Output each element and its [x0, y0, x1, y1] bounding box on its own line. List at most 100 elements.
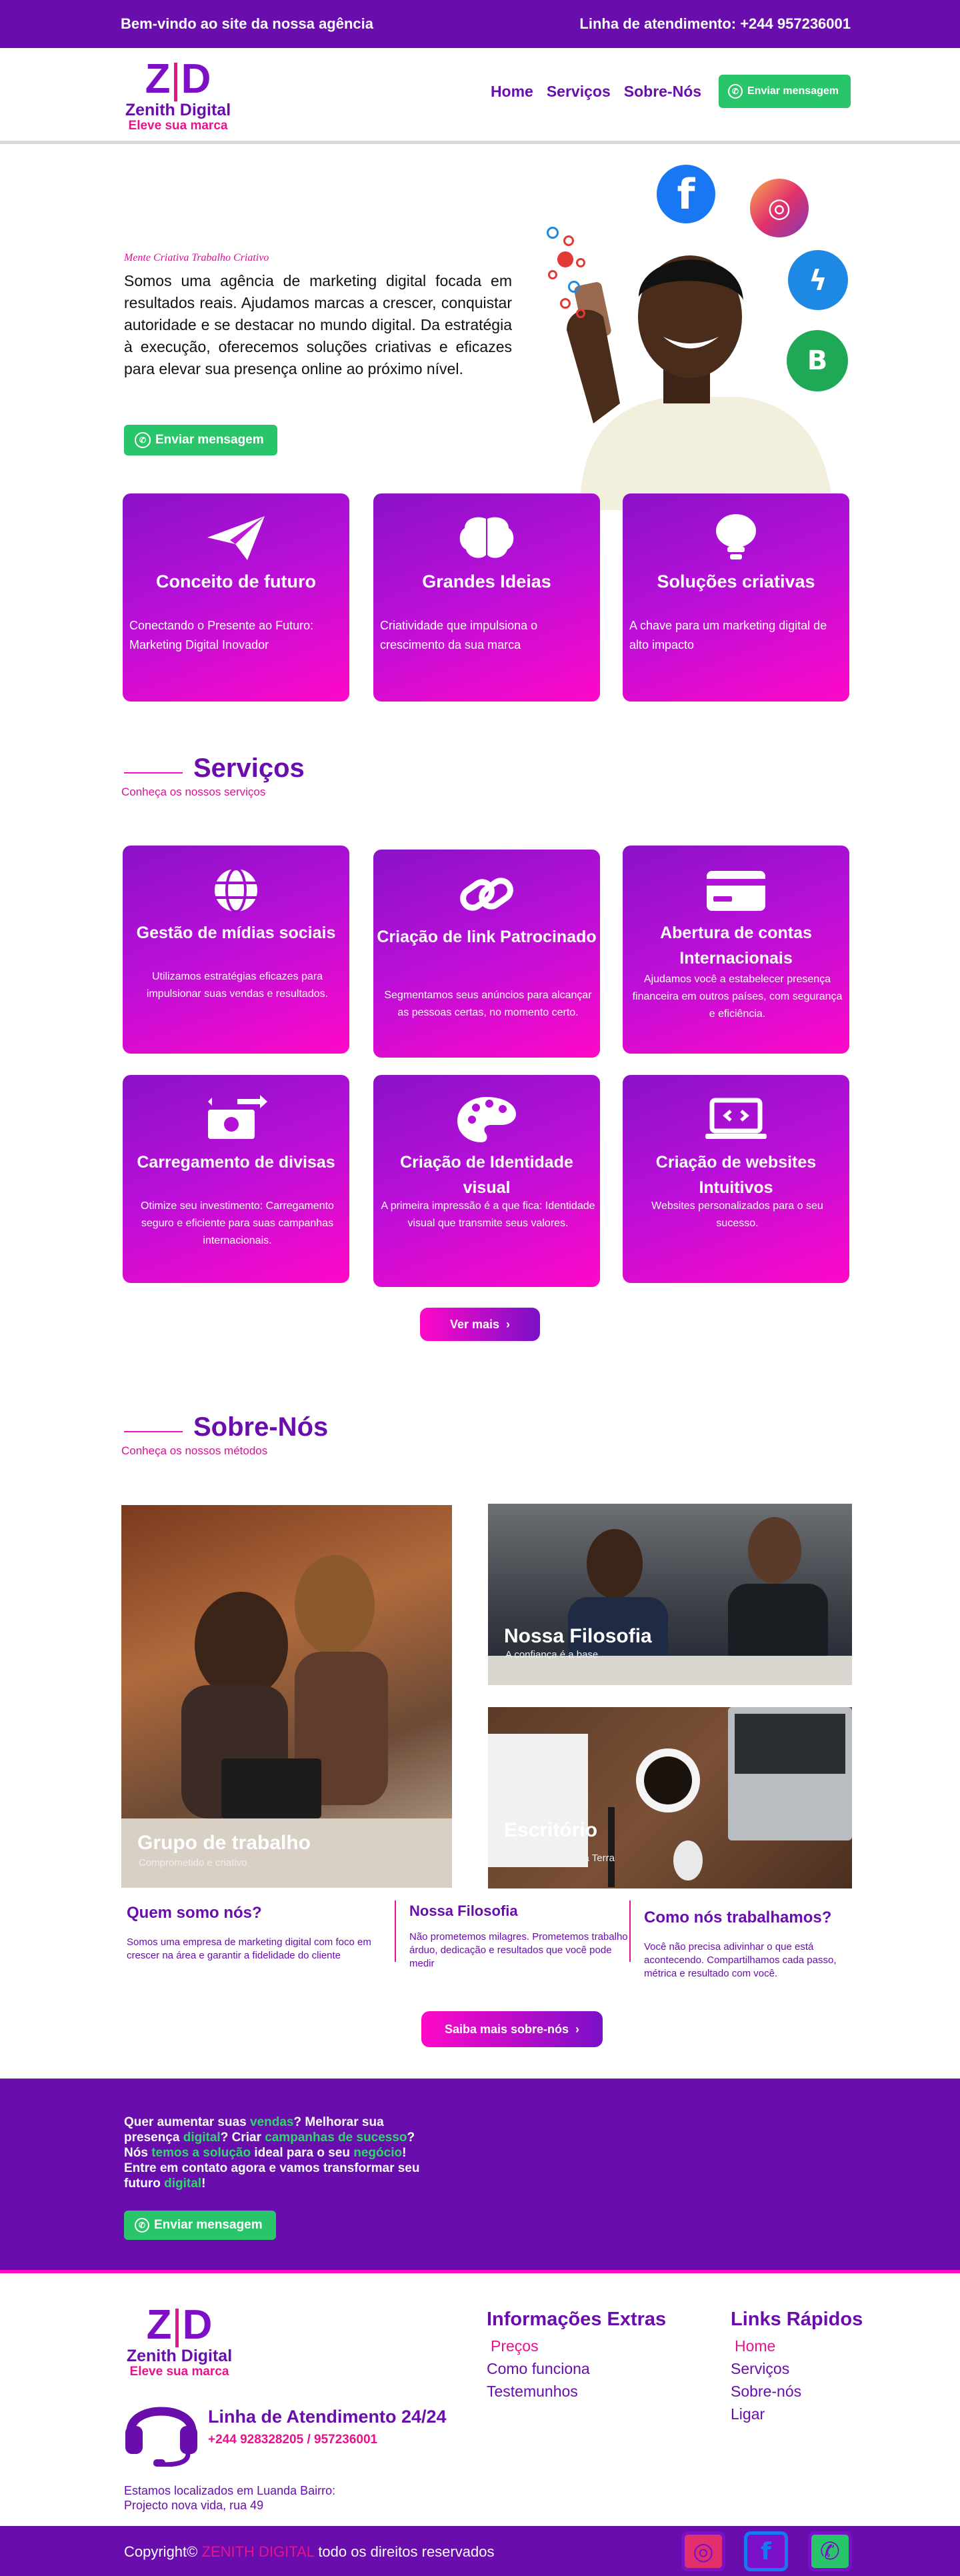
money-exchange-icon [123, 1095, 349, 1144]
copyright-suffix: todo os direitos reservados [318, 2543, 495, 2560]
laptop-code-icon [623, 1095, 849, 1144]
column-divider [629, 1900, 631, 1962]
chevron-right-icon: › [506, 1317, 511, 1331]
facebook-icon[interactable]: f [744, 2531, 788, 2571]
header: Z|D Zenith Digital Eleve sua marca Home … [0, 48, 960, 144]
credit-card-icon [623, 866, 849, 915]
about-title: Sobre-Nós [193, 1412, 329, 1442]
cta-text: Quer aumentar suas vendas? Melhorar sua … [124, 2115, 431, 2191]
team-photo-scene [121, 1555, 452, 1888]
logo-name: Zenith Digital [126, 2347, 233, 2365]
nav-about[interactable]: Sobre-Nós [624, 83, 701, 101]
photo-subtitle: Em algum lugar da Terra [505, 1852, 615, 1864]
feature-text: Conectando o Presente ao Futuro: Marketi… [129, 619, 314, 652]
whatsapp-icon[interactable]: ✆ [808, 2531, 852, 2571]
chevron-right-icon: › [575, 2022, 580, 2036]
cta-text-part: Quer aumentar suas [124, 2115, 251, 2129]
feature-title: Soluções criativas [657, 571, 815, 591]
main-nav: Home Serviços Sobre-Nós ✆ Enviar mensage… [491, 75, 851, 108]
service-text: Otimize seu investimento: Carregamento s… [141, 1200, 334, 1246]
whatsapp-icon: ✆ [135, 2218, 149, 2233]
feature-card[interactable]: Conceito de futuro Conectando o Presente… [123, 493, 349, 702]
cta-highlight: digital [183, 2131, 221, 2145]
quick-links-title: Links Rápidos [731, 2309, 863, 2330]
instagram-icon: ◎ [750, 179, 809, 237]
logo-tagline: Eleve sua marca [129, 2365, 229, 2379]
logo-letter-d: D [181, 56, 211, 102]
hero-text: Somos uma agência de marketing digital f… [124, 272, 512, 377]
heading-rule [124, 1431, 183, 1432]
cta-banner: Quer aumentar suas vendas? Melhorar sua … [0, 2079, 960, 2273]
service-title: Abertura de contas Internacionais [660, 924, 812, 968]
feature-card[interactable]: Soluções criativas A chave para um marke… [623, 493, 849, 702]
footer-link-prices[interactable]: Preços [491, 2335, 666, 2357]
service-card[interactable]: Carregamento de divisas Otimize seu inve… [123, 1075, 349, 1283]
see-more-button[interactable]: Ver mais › [420, 1308, 540, 1341]
like-bubble-icon [568, 281, 580, 293]
nav-services[interactable]: Serviços [547, 83, 611, 101]
whatsapp-business-icon: B [787, 330, 848, 391]
logo-tagline: Eleve sua marca [128, 119, 228, 133]
logo-bar: | [170, 56, 181, 102]
cta-text-part: ideal para o seu [251, 2146, 354, 2160]
about-column-text: Você não precisa adivinhar o que está ac… [644, 1941, 837, 1979]
office-photo[interactable]: Escritório Em algum lugar da Terra [488, 1707, 852, 1888]
footer-logo[interactable]: Z|D Zenith Digital Eleve sua marca [123, 2303, 236, 2379]
support-line[interactable]: Linha de Atendimento 24/24 +244 92832820… [121, 2390, 521, 2470]
footer-link-services[interactable]: Serviços [731, 2357, 863, 2380]
cta-text-part: ? Criar [220, 2131, 265, 2145]
hero-send-message-button[interactable]: ✆ Enviar mensagem [124, 425, 277, 455]
about-column-title: Quem somo nós? [127, 1904, 262, 1922]
nav-home[interactable]: Home [491, 83, 533, 101]
hero-kicker: Mente Criativa Trabalho Criativo [124, 252, 269, 263]
service-card[interactable]: Criação de link Patrocinado Segmentamos … [373, 850, 600, 1058]
send-message-label: Enviar mensagem [747, 85, 839, 97]
instagram-icon[interactable]: ◎ [681, 2531, 725, 2571]
service-card[interactable]: Gestão de mídias sociais Utilizamos estr… [123, 846, 349, 1054]
headset-icon [125, 2407, 197, 2467]
service-card[interactable]: Criação de websites Intuitivos Websites … [623, 1075, 849, 1283]
address-line: Estamos localizados em Luanda Bairro: [124, 2484, 336, 2497]
about-column: Quem somo nós? Somos uma empresa de mark… [127, 1904, 393, 1963]
send-message-button[interactable]: ✆ Enviar mensagem [719, 75, 851, 108]
heart-bubble-icon [557, 251, 573, 267]
cta-send-message-button[interactable]: ✆ Enviar mensagem [124, 2211, 276, 2240]
footer-address: Estamos localizados em Luanda Bairro: Pr… [124, 2483, 335, 2513]
photo-subtitle: Comprometido e criativo [139, 1857, 247, 1868]
footer-link-testimonials[interactable]: Testemunhos [487, 2380, 666, 2403]
service-card[interactable]: Criação de Identidade visual A primeira … [373, 1075, 600, 1287]
footer-link-call[interactable]: Ligar [731, 2403, 863, 2425]
feature-title: Conceito de futuro [156, 571, 316, 591]
logo[interactable]: Z|D Zenith Digital Eleve sua marca [121, 57, 235, 133]
philosophy-photo[interactable]: Nossa Filosofia A confiança é a base [488, 1504, 852, 1685]
heart-bubble-icon [576, 258, 585, 267]
footer-link-how-it-works[interactable]: Como funciona [487, 2357, 666, 2380]
footer-link-about[interactable]: Sobre-nós [731, 2380, 863, 2403]
feature-text: Criatividade que impulsiona o cresciment… [380, 619, 538, 652]
service-card[interactable]: Abertura de contas Internacionais Ajudam… [623, 846, 849, 1054]
support-phones: +244 928328205 / 957236001 [208, 2433, 378, 2447]
team-photo[interactable]: Grupo de trabalho Comprometido e criativ… [121, 1505, 452, 1888]
messenger-icon: ϟ [788, 250, 848, 310]
learn-more-about-button[interactable]: Saiba mais sobre-nós › [421, 2011, 603, 2047]
about-column-text: Não prometemos milagres. Prometemos trab… [409, 1931, 628, 1969]
link-icon [373, 870, 600, 919]
service-text: A primeira impressão é a que fica: Ident… [381, 1200, 595, 1229]
whatsapp-icon: ✆ [728, 84, 743, 99]
see-more-label: Ver mais [449, 1317, 500, 1331]
about-subtitle: Conheça os nossos métodos [121, 1444, 268, 1457]
cta-highlight: campanhas de sucesso [265, 2131, 407, 2145]
hero-send-message-label: Enviar mensagem [155, 433, 264, 447]
heading-rule [124, 772, 183, 774]
logo-bar: | [171, 2302, 183, 2348]
footer-link-home[interactable]: Home [735, 2335, 863, 2357]
service-text: Websites personalizados para o seu suces… [651, 1200, 823, 1229]
service-text: Segmentamos seus anúncios para alcançar … [384, 990, 592, 1018]
services-title: Serviços [193, 754, 305, 783]
feature-card[interactable]: Grandes Ideias Criatividade que impulsio… [373, 493, 600, 702]
support-title: Linha de Atendimento 24/24 [208, 2407, 447, 2427]
cta-text-part: ! [201, 2177, 206, 2191]
address-line: Projecto nova vida, rua 49 [124, 2499, 264, 2512]
heart-bubble-icon [576, 309, 585, 318]
facebook-icon: f [657, 165, 715, 223]
